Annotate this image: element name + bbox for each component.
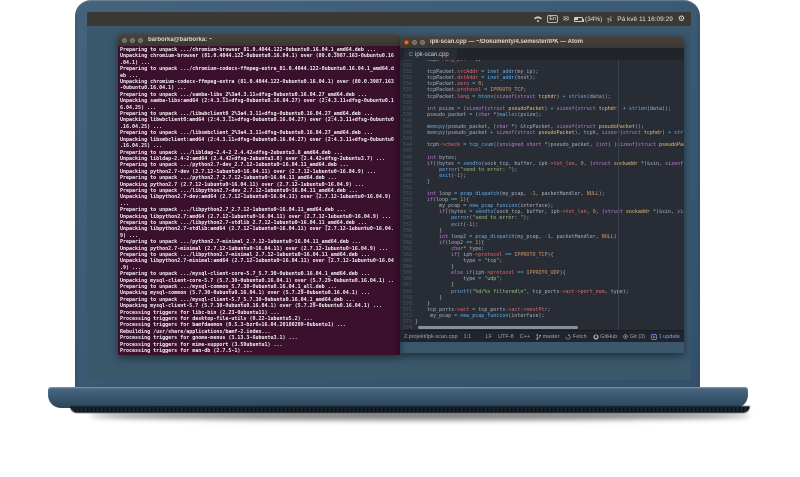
terminal-line: Unpacking python2.7 (2.7.12-1ubuntu0~16.… xyxy=(120,181,364,188)
terminal-line: Preparing to unpack .../chromium-codecs-… xyxy=(120,66,394,73)
code-line: tcph->check = tcp_csum((unsigned short *… xyxy=(427,142,684,149)
terminal-window: barborka@barborka: ~ Preparing to unpack… xyxy=(118,34,400,355)
session-gear-icon[interactable]: ⚙ xyxy=(678,15,685,23)
terminal-line: Unpacking libpython2.7-dev:amd64 (2.7.12… xyxy=(120,194,391,201)
code-editor[interactable]: 530 531 532 533 534 535 536 537 538 539 540 541 542 5… xyxy=(400,60,684,330)
terminal-line: Preparing to unpack .../libsmbclient_2%3… xyxy=(120,130,373,137)
laptop-shadow xyxy=(90,411,750,420)
mail-icon[interactable]: ✉ xyxy=(563,16,569,23)
git-branch-icon xyxy=(536,333,541,340)
code-line: memcpy(pseudo_packet + sizeof(struct pse… xyxy=(427,130,684,137)
cpp-file-icon: C xyxy=(409,51,413,58)
status-item-c-[interactable]: C++ xyxy=(520,334,530,340)
network-activity-icon[interactable] xyxy=(607,15,613,23)
terminal-line: Unpacking mysql-common (5.7.30-0ubuntu0.… xyxy=(120,290,370,297)
terminal-output[interactable]: Preparing to unpack .../chromium-browser… xyxy=(118,46,400,355)
terminal-titlebar[interactable]: barborka@barborka: ~ xyxy=(118,34,400,46)
status-item-1-update[interactable]: 1 update xyxy=(651,334,680,340)
status-item-master[interactable]: master xyxy=(536,334,559,340)
status-item-label: GitHub xyxy=(600,333,618,340)
status-item-label: LF xyxy=(485,333,493,340)
terminal-line: Unpacking samba-libs:amd64 (2:4.3.11+dfs… xyxy=(120,98,394,105)
code-pane[interactable]: tcph->urg_ptr = 0; tcpPacket.srcAddr = i… xyxy=(415,60,684,330)
wifi-indicator[interactable] xyxy=(534,16,543,22)
status-cursor-position[interactable]: 1:1 xyxy=(464,334,472,340)
update-icon xyxy=(651,333,657,340)
terminal-line: Processing triggers for man-db (2.7.5-1)… xyxy=(120,348,253,355)
maximize-button[interactable] xyxy=(420,39,425,45)
status-item-utf-8[interactable]: UTF-8 xyxy=(498,334,514,340)
wifi-icon xyxy=(534,16,543,22)
maximize-button[interactable] xyxy=(138,37,143,43)
wrap-guide xyxy=(618,60,619,330)
tab-ipk-scan[interactable]: C ipk-scan.cpp xyxy=(404,49,457,60)
atom-editor-window: ipk-scan.cpp — ~/Dokumenty/4.semester/IP… xyxy=(400,36,684,353)
terminal-line: Preparing to unpack .../python2.7-minima… xyxy=(120,239,361,246)
atom-titlebar[interactable]: ipk-scan.cpp — ~/Dokumenty/4.semester/IP… xyxy=(400,36,684,48)
keyboard-layout-indicator[interactable]: En xyxy=(547,15,559,23)
laptop-mockup: En ✉ (34%) Pá kvě 11 16:09:29 ⚙ barborka… xyxy=(0,0,800,477)
atom-status-bar: 2.projekt/ipk-scan.cpp 1:1 LF UTF-8 C++ mas… xyxy=(400,330,684,342)
system-top-bar: En ✉ (34%) Pá kvě 11 16:09:29 ⚙ xyxy=(87,12,691,26)
status-item-fetch[interactable]: Fetch xyxy=(565,333,587,340)
terminal-line: Unpacking chromium-browser (81.0.4044.12… xyxy=(120,53,394,60)
status-item-label: C++ xyxy=(519,333,531,340)
status-item-github[interactable]: GitHub xyxy=(593,333,618,340)
status-item-label: master xyxy=(542,333,560,340)
horizontal-scrollbar[interactable] xyxy=(418,326,578,329)
line-number-gutter: 530 531 532 533 534 535 536 537 538 539 540 541 542 5… xyxy=(400,60,415,330)
status-item-label: 1 update xyxy=(658,333,680,340)
status-item-label: Fetch xyxy=(572,333,587,340)
status-item-lf[interactable]: LF xyxy=(486,334,492,340)
tab-label: ipk-scan.cpp xyxy=(414,51,449,58)
status-file-path[interactable]: 2.projekt/ipk-scan.cpp xyxy=(404,334,458,340)
battery-icon xyxy=(573,16,584,22)
close-button[interactable] xyxy=(404,39,409,45)
close-button[interactable] xyxy=(122,37,127,43)
atom-window-title: ipk-scan.cpp — ~/Dokumenty/4.semester/IP… xyxy=(430,39,583,45)
battery-percent: (34%) xyxy=(584,15,603,23)
laptop-base xyxy=(48,387,748,408)
battery-indicator[interactable]: (34%) xyxy=(573,15,603,23)
sync-icon xyxy=(565,333,571,340)
atom-tab-bar: C ipk-scan.cpp xyxy=(400,48,684,60)
git-dot-icon xyxy=(623,334,628,339)
screen-desktop: En ✉ (34%) Pá kvě 11 16:09:29 ⚙ barborka… xyxy=(87,12,691,380)
minimize-button[interactable] xyxy=(412,39,417,45)
terminal-line: Unpacking libpython2.7-stdlib:amd64 (2.7… xyxy=(120,226,394,233)
status-item-label: Git (3) xyxy=(629,333,646,340)
terminal-line: Unpacking libpython2.7-minimal:amd64 (2.… xyxy=(120,258,394,265)
terminal-line: Preparing to unpack .../mysql-client-cor… xyxy=(120,271,370,278)
status-item-git-3-[interactable]: Git (3) xyxy=(623,334,645,340)
line-number: 574 xyxy=(402,325,412,330)
status-item-label: UTF-8 xyxy=(498,333,514,340)
terminal-title: barborka@barborka: ~ xyxy=(148,37,213,43)
terminal-line: Unpacking libwbclient0:amd64 (2:4.3.11+d… xyxy=(120,117,394,124)
github-icon xyxy=(593,333,599,340)
terminal-line: Unpacking mysql-client-5.7 (5.7.30-0ubun… xyxy=(120,303,382,310)
minimize-button[interactable] xyxy=(130,37,135,43)
clock-indicator[interactable]: Pá kvě 11 16:09:29 xyxy=(617,16,673,23)
